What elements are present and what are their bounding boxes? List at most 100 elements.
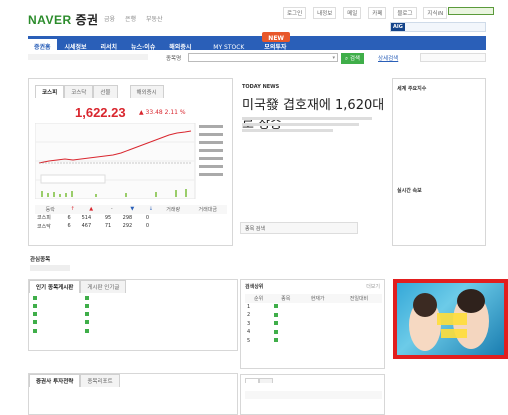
news-item[interactable] xyxy=(242,187,382,195)
tab-my-stock[interactable]: MY STOCK xyxy=(207,41,250,51)
news-item[interactable] xyxy=(242,195,382,203)
tab-popular-posts[interactable]: 게시판 인기글 xyxy=(80,280,127,293)
list-item[interactable] xyxy=(393,388,505,396)
list-item[interactable] xyxy=(33,388,233,396)
rank-cell: 1 xyxy=(247,303,251,310)
interest-panel: 관심종목 인기 종목게시판 게시판 인기글 증권사 투자전략 종목리포트 xyxy=(28,255,238,415)
world-index-list-2 xyxy=(397,151,483,168)
stock-search-row: 종목명 ▾ ⌕ 검색 상세검색 xyxy=(28,52,486,64)
news-item[interactable] xyxy=(242,154,382,162)
list-item[interactable] xyxy=(33,311,233,319)
logo-naver-text: NAVER xyxy=(28,13,72,27)
tab-world[interactable]: 해외증시 xyxy=(163,39,197,51)
table-cell: 514 xyxy=(81,214,92,221)
kospi-value: 1,622.23 xyxy=(75,105,126,120)
popular-list xyxy=(33,294,233,335)
tab-popular-stocks[interactable]: 인기 종목게시판 xyxy=(29,280,81,293)
list-item[interactable] xyxy=(397,197,483,205)
myinfo-link[interactable]: 내정보 xyxy=(313,7,337,19)
change-cell xyxy=(336,303,382,312)
interest-subtitle xyxy=(30,265,70,271)
list-item[interactable] xyxy=(397,151,483,159)
list-item[interactable] xyxy=(397,159,483,167)
chevron-down-icon[interactable]: ▾ xyxy=(332,55,335,61)
tab-market-summary-1[interactable] xyxy=(245,378,259,383)
rank-cell: 3 xyxy=(247,320,251,327)
kin-link[interactable]: 지식iN xyxy=(423,7,448,19)
rank-cell: 5 xyxy=(247,337,251,344)
list-item[interactable] xyxy=(33,302,233,310)
stock-lookup-box[interactable]: 종목 검색 xyxy=(240,222,358,234)
list-item[interactable] xyxy=(33,327,233,335)
login-link[interactable]: 로그인 xyxy=(283,7,307,19)
kospi-change-points: ▲ 33.48 xyxy=(139,109,163,116)
tab-futures[interactable]: 선물 xyxy=(93,85,118,98)
advanced-search-link[interactable]: 상세검색 xyxy=(378,54,398,62)
tab-broker-strategy[interactable]: 증권사 투자전략 xyxy=(29,374,81,387)
intraday-chart[interactable] xyxy=(35,123,227,199)
tab-market-summary-2[interactable] xyxy=(259,378,273,383)
naver-logo[interactable]: NAVER 증권 xyxy=(28,11,99,28)
list-item[interactable] xyxy=(397,114,483,122)
breaking-news-title: 실시간 속보 xyxy=(397,188,422,194)
top-search-more-link[interactable]: 더보기 xyxy=(366,283,380,290)
tab-stock-report[interactable]: 종목리포트 xyxy=(80,374,120,387)
table-cell: 467 xyxy=(81,223,92,230)
top-search-input[interactable] xyxy=(448,7,494,15)
market-summary-tabs xyxy=(245,378,273,385)
news-list xyxy=(242,154,382,212)
table-cell: 6 xyxy=(67,223,71,230)
change-cell xyxy=(336,311,382,320)
ad-banner[interactable]: AIG xyxy=(390,22,486,32)
search-notice xyxy=(28,54,148,60)
list-item[interactable] xyxy=(397,205,483,213)
news-item[interactable] xyxy=(242,179,382,187)
list-item[interactable] xyxy=(397,97,483,105)
blog-link[interactable]: 블로그 xyxy=(393,7,417,19)
table-row[interactable]: 5 xyxy=(245,337,382,346)
list-item[interactable] xyxy=(397,122,483,130)
change-cell xyxy=(336,337,382,346)
breadth-header-row: 등락 ↑ ▲ - ▼ ↓ 거래량 거래대금 xyxy=(35,205,227,214)
stock-search-input[interactable]: ▾ xyxy=(188,53,338,62)
news-item[interactable] xyxy=(242,171,382,179)
tab-research[interactable]: 리서치 xyxy=(95,39,124,51)
tab-kosdaq[interactable]: 코스닥 xyxy=(64,85,94,98)
nav-realestate[interactable]: 부동산 xyxy=(146,14,163,23)
etf-search-box[interactable] xyxy=(420,53,486,62)
table-row[interactable]: 4 xyxy=(245,328,382,337)
news-item[interactable] xyxy=(242,162,382,170)
table-row[interactable]: 3 xyxy=(245,320,382,329)
nav-bank[interactable]: 은행 xyxy=(125,14,136,23)
table-row[interactable]: 1 xyxy=(245,303,382,312)
price-cell xyxy=(299,311,336,320)
table-cell: 0 xyxy=(145,214,150,221)
tab-mock-invest[interactable]: 모의투자 NEW xyxy=(252,32,298,51)
list-item[interactable] xyxy=(393,396,505,404)
tab-news[interactable]: 뉴스·이슈 xyxy=(125,39,161,51)
table-cell xyxy=(158,214,189,223)
tab-stock-home[interactable]: 증권홈 xyxy=(28,39,57,51)
table-row[interactable]: 2 xyxy=(245,311,382,320)
tab-world-index[interactable]: 해외증시 xyxy=(129,85,164,98)
rank-cell: 4 xyxy=(247,329,251,336)
top-bar: NAVER 증권 금융 은행 부동산 로그인 내정보 메일 카페 블로그 지식i… xyxy=(0,0,508,36)
list-item[interactable] xyxy=(397,130,483,138)
price-cell xyxy=(299,303,336,312)
nav-finance[interactable]: 금융 xyxy=(104,14,115,23)
col-header: 전일대비 xyxy=(335,294,382,303)
list-item[interactable] xyxy=(33,319,233,327)
list-item[interactable] xyxy=(397,214,483,222)
list-item[interactable] xyxy=(33,294,233,302)
search-button[interactable]: ⌕ 검색 xyxy=(341,53,364,64)
news-item[interactable] xyxy=(242,204,382,212)
list-item[interactable] xyxy=(397,105,483,113)
tab-market-info[interactable]: 시세정보 xyxy=(58,39,92,51)
mail-link[interactable]: 메일 xyxy=(343,7,362,19)
change-cell xyxy=(336,320,382,329)
list-item[interactable] xyxy=(33,396,233,404)
tab-kospi[interactable]: 코스피 xyxy=(35,85,65,98)
video-player[interactable] xyxy=(393,279,508,359)
cafe-link[interactable]: 카페 xyxy=(368,7,387,19)
popular-tabs: 인기 종목게시판 게시판 인기글 xyxy=(29,280,127,293)
